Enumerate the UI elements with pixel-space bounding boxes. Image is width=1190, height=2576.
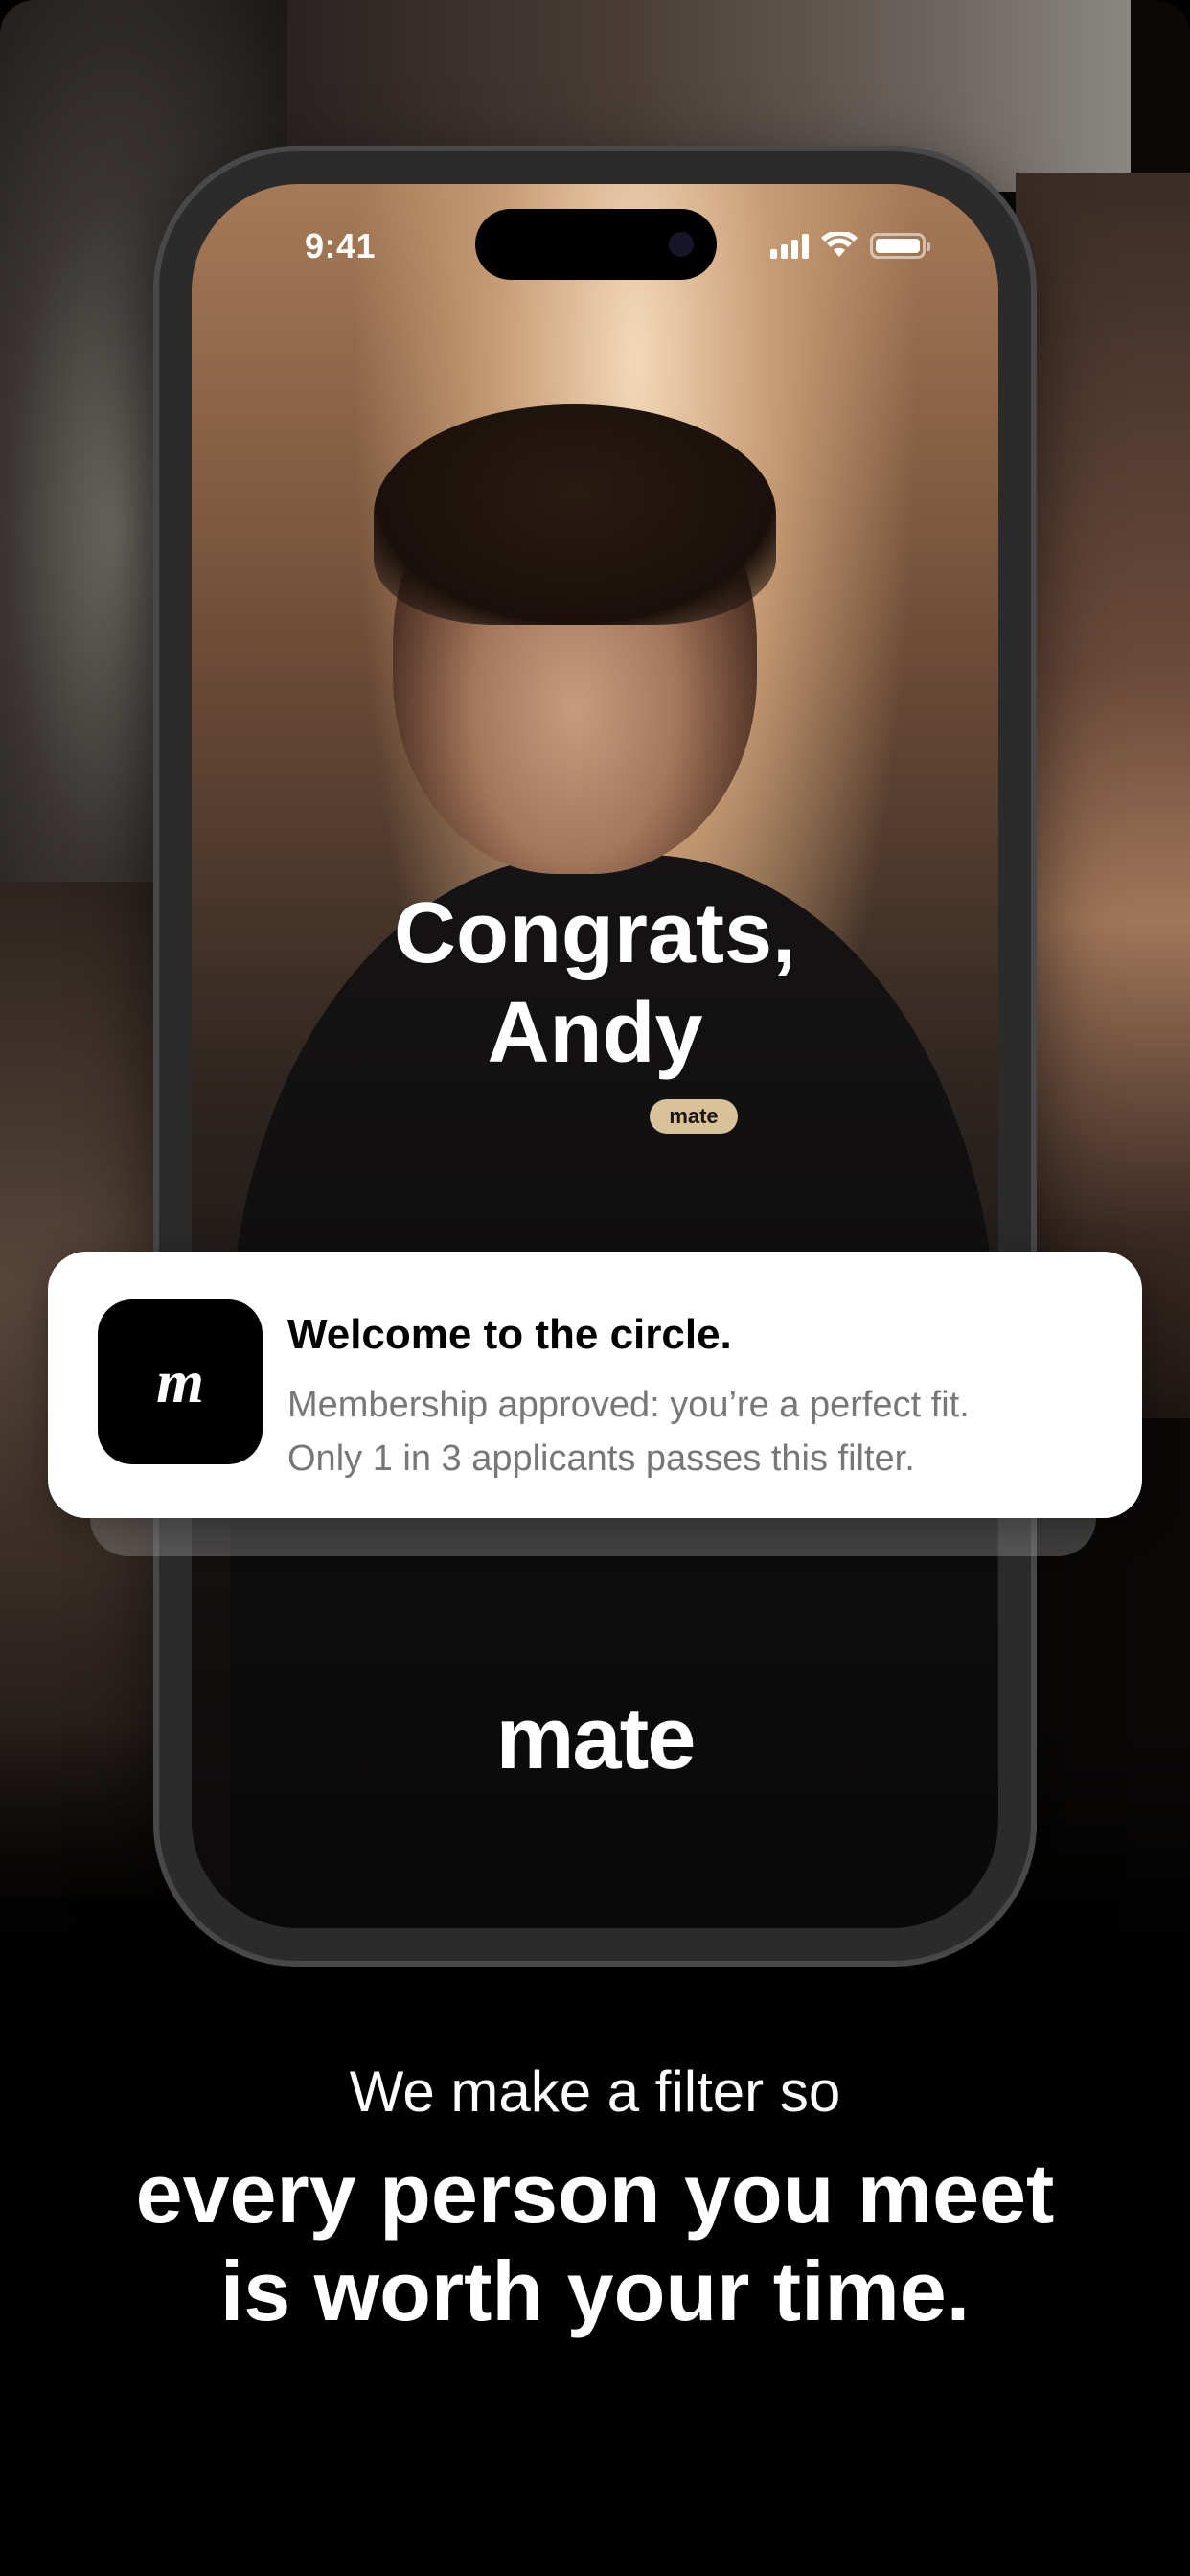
congrats-name: Andy [487,985,703,1081]
caption-headline-line-1: every person you meet [135,2146,1055,2241]
wifi-icon [821,232,858,257]
notification-title: Welcome to the circle. [287,1311,732,1358]
status-time: 9:41 [305,226,377,265]
notification-body-line-2: Only 1 in 3 applicants passes this filte… [287,1438,915,1479]
status-icons [770,232,930,259]
notification-body-line-1: Membership approved: you’re a perfect fi… [287,1385,970,1425]
congrats-heading: Congrats, Andy [192,884,998,1083]
mate-app-icon: m [98,1300,263,1464]
mate-logo: mate [495,1690,697,1787]
background-photo-right [1016,172,1190,1418]
phone-screen: mate 9:41 Congrats, Andy mate [192,184,998,1928]
congrats-line-1: Congrats, [393,886,797,981]
shirt-logo: mate [650,1099,738,1134]
phone-mockup: mate 9:41 Congrats, Andy mate [153,146,1037,1966]
caption-lead: We make a filter so [349,2059,841,2124]
dynamic-island [475,209,717,280]
hero-photo-hair [374,404,776,625]
notification-body: Membership approved: you’re a perfect fi… [287,1378,1111,1485]
caption-headline-line-2: is worth your time. [219,2243,971,2338]
battery-icon [870,233,930,259]
status-bar: 9:41 [192,184,998,289]
caption-headline: every person you meet is worth your time… [0,2145,1190,2340]
notification-card[interactable]: m Welcome to the circle. Membership appr… [48,1252,1142,1518]
cellular-signal-icon [770,234,809,259]
camera-icon [669,232,694,257]
